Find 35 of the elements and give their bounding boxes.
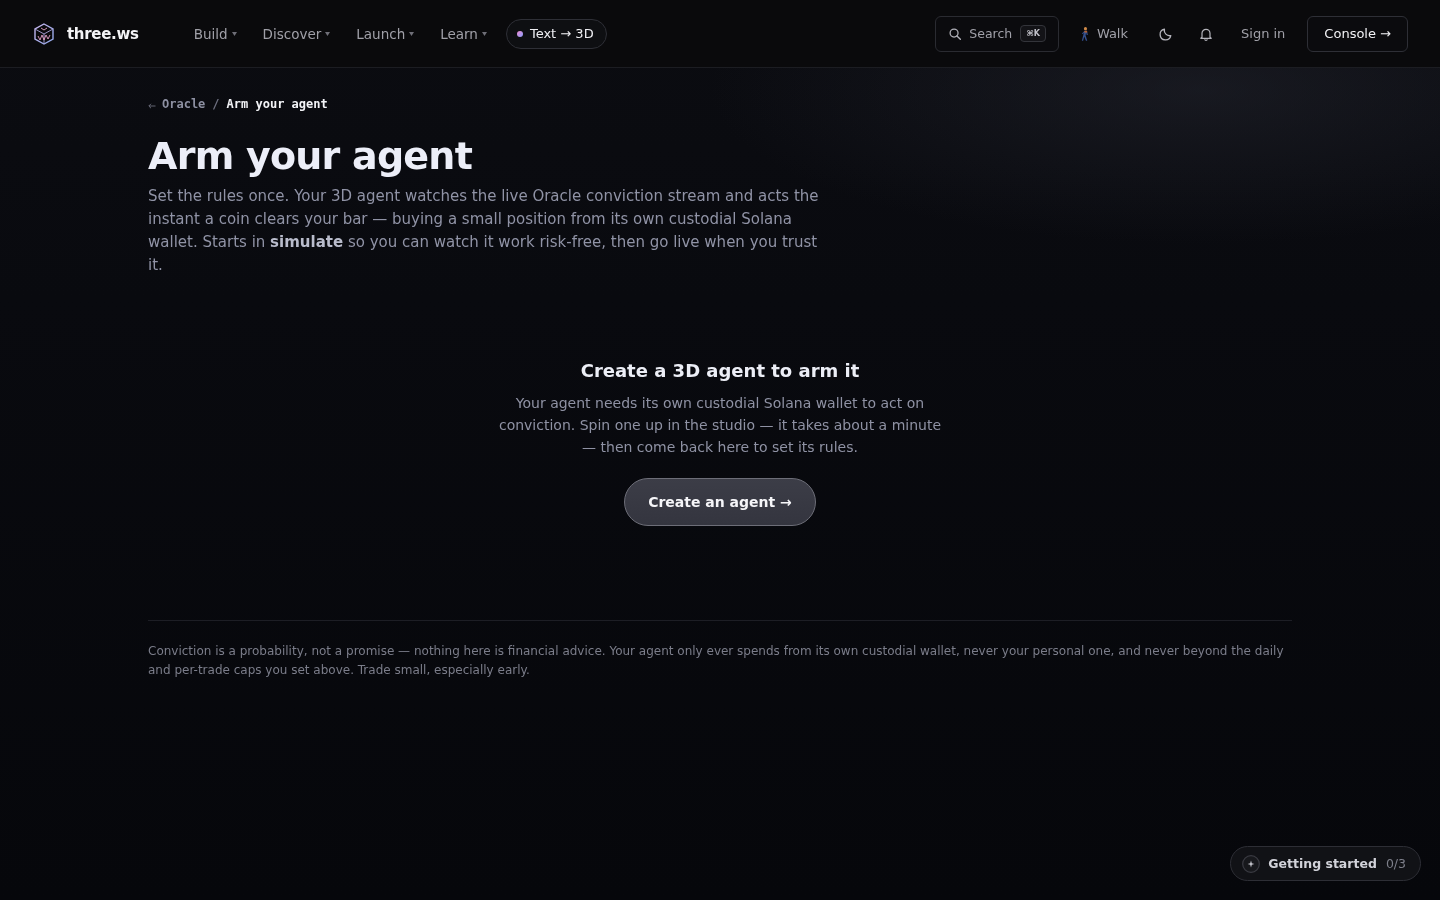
nav-menu-item[interactable]: Discover	[262, 21, 331, 46]
breadcrumb-separator: /	[212, 97, 220, 111]
moon-icon[interactable]	[1159, 26, 1173, 41]
nav-menu-item[interactable]: Build	[193, 21, 237, 46]
notification-bell-icon[interactable]	[1199, 26, 1213, 41]
disclaimer-text: Conviction is a probability, not a promise — nothing here is financial advice. Your agent only ever spends from its own custodial wallet, never your personal one, and never beyond the daily and per-trade caps you set above. Trade small, especially early.	[148, 643, 1285, 679]
intro-paragraph: Set the rules once. Your 3D agent watches the live Oracle conviction stream and acts the instant a coin clears your bar — buying a small position from its own custodial Solana wallet. Starts in simulate so you can watch it work risk-free, then go live when you trust it.	[148, 186, 820, 276]
cube-logo-icon[interactable]	[33, 22, 55, 45]
nav-menu-item[interactable]: Launch	[356, 21, 415, 46]
caret-down-icon	[409, 31, 415, 36]
empty-state-text: Your agent needs its own custodial Solana wallet to act on conviction. Spin one up in the studio — it takes about a minute — then come back here to set its rules.	[497, 394, 943, 457]
breadcrumb-back-link[interactable]: Oracle	[148, 97, 206, 111]
sparkle-icon	[1242, 854, 1261, 873]
console-button[interactable]: Console →	[1307, 15, 1408, 52]
progress-count: 0/3	[1385, 856, 1406, 871]
arrow-left-icon	[148, 102, 156, 109]
getting-started-label: Getting started	[1268, 856, 1377, 871]
create-agent-button[interactable]: Create an agent →	[624, 478, 816, 526]
caret-down-icon	[481, 31, 487, 36]
breadcrumb-current: Arm your agent	[226, 97, 328, 111]
text-to-3d-link[interactable]: Text → 3D	[505, 18, 607, 49]
empty-state-heading: Create a 3D agent to arm it	[580, 359, 860, 383]
page-title: Arm your agent	[148, 133, 474, 179]
walking-person-icon	[1080, 26, 1089, 41]
sign-in-link[interactable]: Sign in	[1241, 22, 1286, 45]
gradient-dot-icon	[516, 30, 523, 37]
getting-started-button[interactable]: Getting started 0/3	[1230, 846, 1421, 881]
caret-down-icon	[231, 31, 237, 36]
search-icon	[949, 27, 962, 40]
nav-menu-item[interactable]: Learn	[440, 21, 487, 46]
caret-down-icon	[325, 31, 331, 36]
walk-button[interactable]: Walk	[1078, 22, 1130, 45]
search-button[interactable]: Search ⌘K	[935, 15, 1059, 52]
keyboard-shortcut-hint: ⌘K	[1020, 25, 1046, 42]
site-logo-text[interactable]: three.ws	[67, 24, 139, 43]
